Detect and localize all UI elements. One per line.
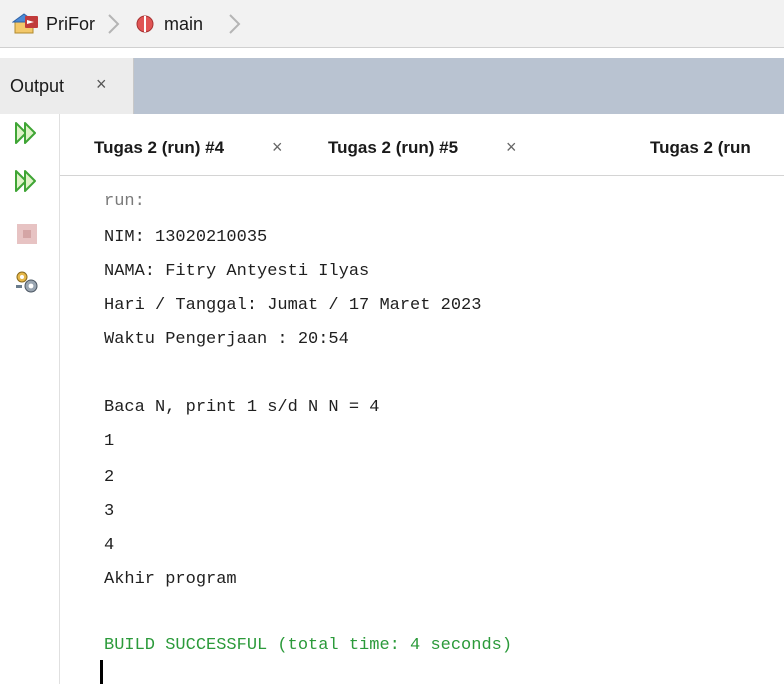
tab-run-4[interactable]: Tugas 2 (run) #4 (94, 138, 224, 158)
breadcrumb-label-project: PriFor (46, 13, 95, 34)
tab-output[interactable]: Output × (0, 58, 134, 114)
rerun-with-options-icon[interactable] (14, 168, 40, 194)
console-line: NAMA: Fitry Antyesti Ilyas (104, 262, 370, 281)
console-line: 4 (104, 536, 115, 555)
stop-icon[interactable] (14, 221, 40, 247)
divider (0, 48, 784, 58)
project-icon (12, 13, 38, 34)
close-icon[interactable]: × (96, 74, 107, 95)
tab-run-next[interactable]: Tugas 2 (run (650, 138, 751, 158)
settings-icon[interactable] (14, 269, 40, 295)
chevron-right-icon (229, 14, 241, 34)
output-toolbar (0, 114, 60, 684)
run-tabs-bar: Tugas 2 (run) #4 × Tugas 2 (run) #5 × Tu… (60, 114, 784, 176)
method-icon (136, 15, 154, 33)
build-status-line: BUILD SUCCESSFUL (total time: 4 seconds) (104, 636, 513, 655)
console-output[interactable]: run: NIM: 13020210035 NAMA: Fitry Antyes… (60, 176, 784, 684)
output-panel-header: Output × (0, 58, 784, 114)
console-line: run: (104, 192, 145, 211)
tab-run-5[interactable]: Tugas 2 (run) #5 (328, 138, 458, 158)
breadcrumb-label-method: main (164, 13, 204, 34)
breadcrumb-item-main[interactable]: main (134, 12, 203, 36)
output-tab-label: Output (10, 76, 65, 96)
breadcrumb: PriFor main (0, 0, 784, 48)
console-line: Waktu Pengerjaan : 20:54 (104, 330, 349, 349)
close-icon[interactable]: × (272, 137, 283, 158)
console-line: Akhir program (104, 570, 237, 589)
console-line: Hari / Tanggal: Jumat / 17 Maret 2023 (104, 296, 482, 315)
close-icon[interactable]: × (506, 137, 517, 158)
rerun-icon[interactable] (14, 120, 40, 146)
console-line: 2 (104, 468, 115, 487)
chevron-right-icon (108, 14, 120, 34)
console-line: Baca N, print 1 s/d N N = 4 (104, 398, 380, 417)
text-caret (100, 660, 103, 684)
console-line: 1 (104, 432, 115, 451)
console-line: NIM: 13020210035 (104, 228, 268, 247)
console-line: 3 (104, 502, 115, 521)
breadcrumb-item-prifor[interactable]: PriFor (12, 12, 95, 36)
